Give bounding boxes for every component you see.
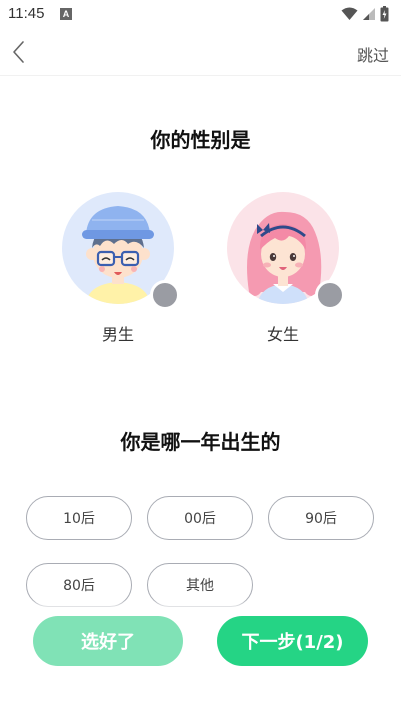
skip-button[interactable]: 跳过: [357, 42, 389, 66]
male-select-indicator: [150, 280, 180, 310]
gender-question-title: 你的性别是: [150, 128, 251, 152]
wifi-icon: [341, 7, 358, 20]
notification-icon: A: [60, 8, 72, 20]
status-time: 11:45: [8, 5, 45, 22]
year-option-10s[interactable]: 10后: [26, 496, 132, 540]
birth-year-question-title: 你是哪一年出生的: [120, 430, 281, 454]
chevron-left-icon: [13, 41, 24, 63]
done-button[interactable]: 选好了: [33, 616, 183, 666]
gender-option-female[interactable]: [227, 192, 345, 310]
gender-label-male: 男生: [101, 325, 134, 344]
nav-bar: 跳过: [0, 28, 401, 76]
status-icons: [341, 5, 389, 23]
signal-icon: [363, 8, 375, 20]
back-button[interactable]: [8, 38, 30, 66]
gender-option-male[interactable]: [62, 192, 180, 310]
battery-icon: [380, 6, 389, 22]
year-option-00s[interactable]: 00后: [147, 496, 253, 540]
gender-label-female: 女生: [266, 325, 299, 344]
year-option-90s[interactable]: 90后: [268, 496, 374, 540]
next-step-button[interactable]: 下一步(1/2): [217, 616, 368, 666]
female-select-indicator: [315, 280, 345, 310]
scroll-fade: [0, 600, 401, 610]
status-bar: 11:45 A: [0, 0, 401, 28]
